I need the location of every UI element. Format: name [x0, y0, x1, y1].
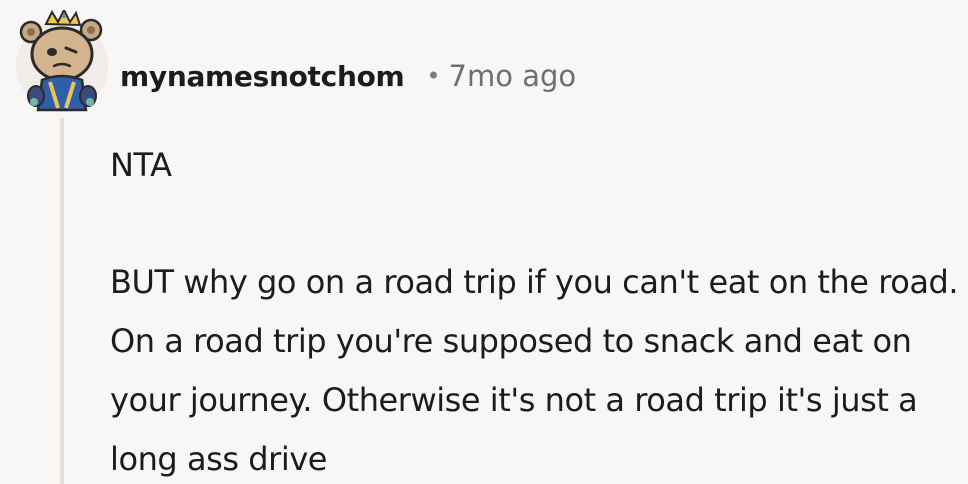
comment: mynamesnotchom • 7mo ago NTA BUT why go … — [0, 0, 968, 484]
comment-paragraph: BUT why go on a road trip if you can't e… — [110, 263, 959, 478]
comment-body: NTA BUT why go on a road trip if you can… — [110, 136, 960, 484]
timestamp: 7mo ago — [448, 59, 577, 93]
comment-meta: mynamesnotchom • 7mo ago — [120, 54, 576, 98]
comment-paragraph: NTA — [110, 146, 172, 184]
meta-separator: • — [426, 62, 441, 90]
username-link[interactable]: mynamesnotchom — [120, 60, 405, 93]
thread-line[interactable] — [60, 118, 64, 484]
snoo-avatar-icon[interactable] — [14, 7, 110, 114]
